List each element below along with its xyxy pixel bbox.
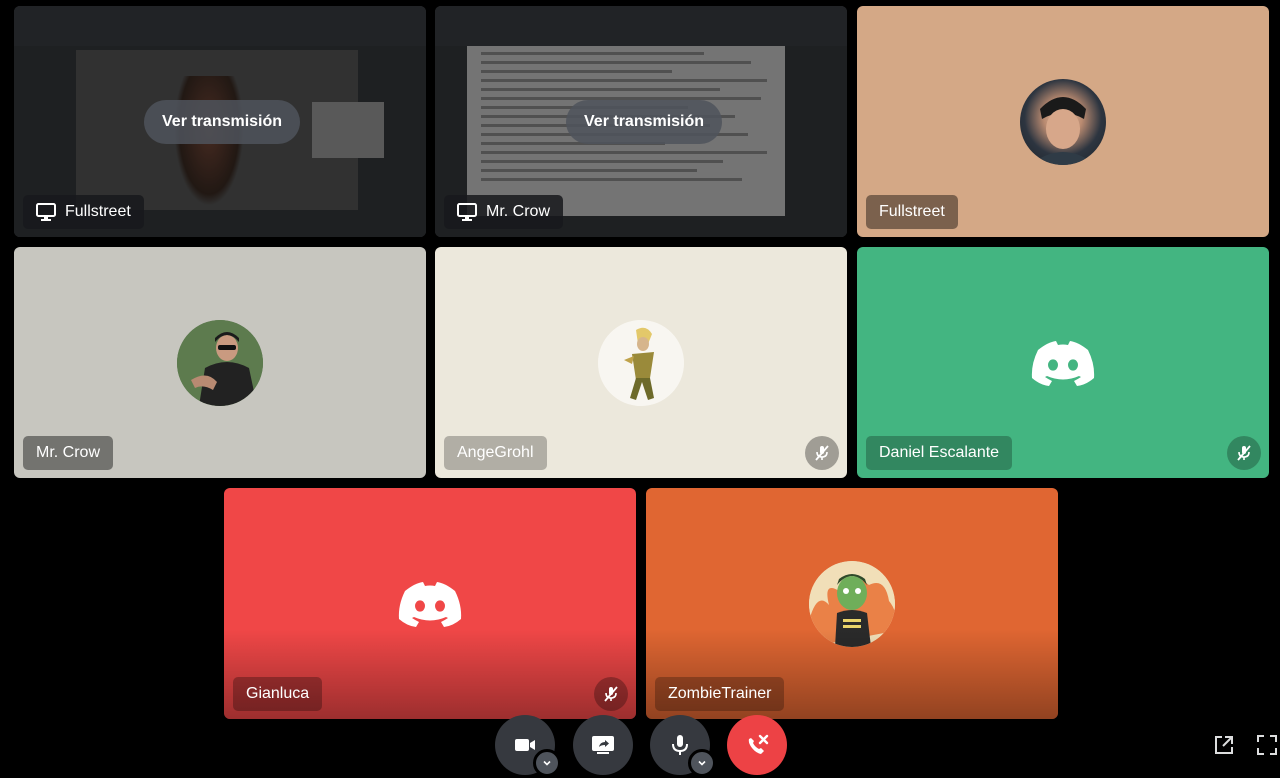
participant-tile-gianluca[interactable]: Gianluca [224, 488, 636, 719]
participant-name: Fullstreet [879, 203, 945, 220]
participant-name-tag: AngeGrohl [444, 436, 547, 470]
screen-share-icon [592, 736, 614, 754]
popout-icon [1215, 736, 1233, 754]
participant-name-tag: Fullstreet [23, 195, 144, 229]
muted-mic-icon [805, 436, 839, 470]
avatar [177, 319, 263, 406]
participant-name-tag: Gianluca [233, 677, 323, 711]
camera-button[interactable] [495, 715, 561, 777]
stream-tile-mr-crow[interactable]: Ver transmisión Mr. Crow [435, 6, 847, 237]
camera-options-button[interactable] [533, 749, 561, 777]
participant-tile-angegrohl[interactable]: AngeGrohl [435, 247, 847, 478]
participant-name: Daniel Escalante [879, 444, 1000, 461]
disconnect-button[interactable] [727, 715, 787, 775]
microphone-options-button[interactable] [688, 749, 716, 777]
fullscreen-button[interactable] [1255, 733, 1279, 757]
disconnect-icon [748, 734, 769, 754]
monitor-icon [36, 203, 56, 221]
avatar-image [1030, 96, 1096, 165]
participant-tile-fullstreet[interactable]: Fullstreet [857, 6, 1269, 237]
popout-button[interactable] [1212, 733, 1236, 757]
avatar [598, 319, 684, 406]
microphone-button[interactable] [650, 715, 716, 777]
muted-mic-icon [594, 677, 628, 711]
participant-name-tag: ZombieTrainer [655, 677, 785, 711]
participant-tile-zombietrainer[interactable]: ZombieTrainer [646, 488, 1058, 719]
avatar [809, 560, 895, 647]
participant-name-tag: Daniel Escalante [866, 436, 1013, 470]
watch-stream-button[interactable]: Ver transmisión [144, 100, 301, 144]
screen-share-button[interactable] [573, 715, 633, 775]
participant-tile-daniel-escalante[interactable]: Daniel Escalante [857, 247, 1269, 478]
participant-name-tag: Mr. Crow [23, 436, 113, 470]
fullscreen-icon [1257, 735, 1277, 755]
microphone-icon [672, 735, 688, 755]
participant-name: Gianluca [246, 685, 310, 702]
stream-tile-fullstreet[interactable]: Ver transmisión Fullstreet [14, 6, 426, 237]
avatar-image [598, 319, 684, 406]
watch-stream-button[interactable]: Ver transmisión [566, 100, 723, 144]
discord-logo-icon [387, 561, 473, 647]
muted-mic-icon [1227, 436, 1261, 470]
camera-icon [515, 739, 535, 751]
participant-name: AngeGrohl [457, 444, 534, 461]
participant-tile-mr-crow[interactable]: Mr. Crow [14, 247, 426, 478]
discord-logo-icon [1020, 320, 1106, 406]
participant-name: ZombieTrainer [668, 685, 772, 702]
chevron-down-icon [543, 760, 551, 766]
avatar-image [809, 560, 895, 647]
participant-name-tag: Fullstreet [866, 195, 958, 229]
participant-name: Mr. Crow [36, 444, 100, 461]
monitor-icon [457, 203, 477, 221]
participant-name: Fullstreet [65, 203, 131, 220]
participant-name-tag: Mr. Crow [444, 195, 563, 229]
avatar [1020, 78, 1106, 165]
participant-name: Mr. Crow [486, 203, 550, 220]
avatar-image [177, 319, 263, 406]
chevron-down-icon [698, 760, 706, 766]
